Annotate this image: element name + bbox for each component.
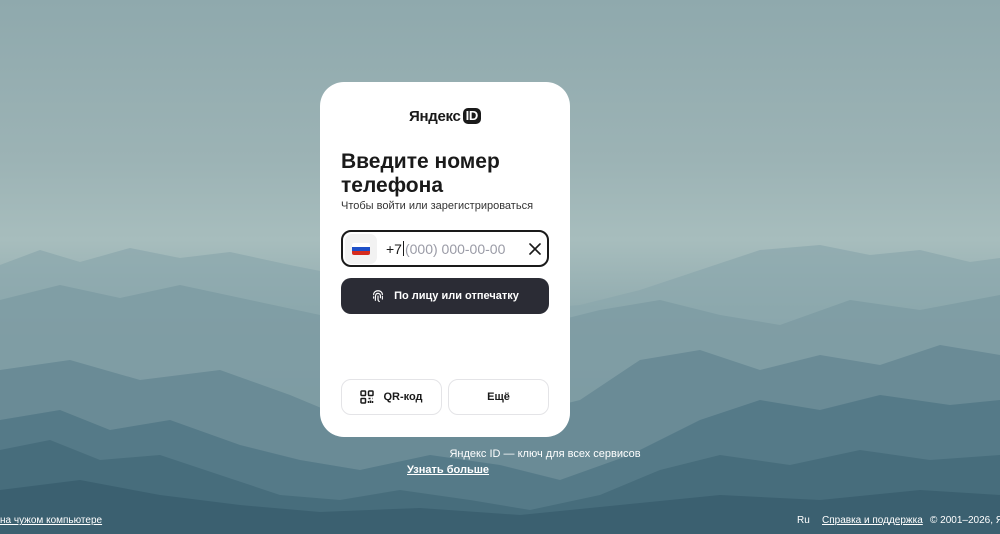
fingerprint-icon (371, 289, 385, 303)
close-icon (529, 242, 541, 255)
phone-field[interactable]: +7 (341, 230, 549, 267)
qr-code-button[interactable]: QR-код (341, 379, 442, 415)
logo-text: Яндекс (409, 108, 461, 125)
page-title: Введите номер телефона (341, 150, 500, 197)
clear-input-button[interactable] (525, 239, 545, 259)
biometric-login-button[interactable]: По лицу или отпечатку (341, 278, 549, 314)
learn-more-link[interactable]: Узнать больше (407, 464, 489, 476)
text-cursor (402, 241, 404, 256)
help-support-link[interactable]: Справка и поддержка (822, 515, 923, 526)
language-selector[interactable]: Ru (797, 515, 810, 526)
logo-id-badge: ID (462, 108, 481, 124)
login-card: Яндекс ID Введите номер телефона Чтобы во… (320, 82, 570, 437)
copyright-text: © 2001–2026, Я (930, 515, 1000, 526)
phone-input[interactable] (404, 240, 523, 257)
qr-button-label: QR-код (383, 391, 423, 403)
more-options-button[interactable]: Ещё (448, 379, 549, 415)
footer-foreign-computer-link[interactable]: на чужом компьютере (0, 515, 102, 526)
qr-code-icon (360, 390, 375, 404)
country-selector[interactable] (345, 233, 377, 264)
yandex-id-logo[interactable]: Яндекс ID (320, 108, 570, 125)
phone-country-code: +7 (386, 240, 402, 257)
russia-flag-icon (352, 242, 370, 255)
service-tagline: Яндекс ID — ключ для всех сервисов (449, 448, 641, 460)
page-subtitle: Чтобы войти или зарегистрироваться (341, 200, 534, 212)
biometric-button-label: По лицу или отпечатку (394, 290, 519, 302)
more-button-label: Ещё (487, 391, 510, 403)
